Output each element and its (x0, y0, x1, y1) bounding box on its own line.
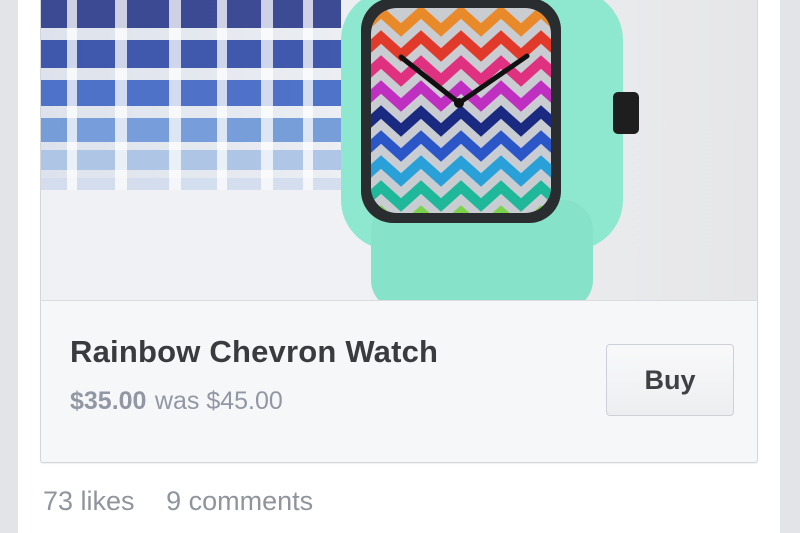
product-image[interactable] (41, 0, 757, 301)
product-card[interactable]: Rainbow Chevron Watch $35.00 was $45.00 … (40, 0, 758, 463)
likes-count[interactable]: 73 likes (43, 486, 135, 516)
product-title[interactable]: Rainbow Chevron Watch (70, 334, 438, 370)
post-stats: 73 likes 9 comments (43, 486, 313, 517)
price-row: $35.00 was $45.00 (70, 387, 283, 416)
current-price: $35.00 (70, 387, 147, 415)
buy-button[interactable]: Buy (606, 344, 734, 416)
feed-post: Rainbow Chevron Watch $35.00 was $45.00 … (18, 0, 780, 533)
original-price: was $45.00 (154, 387, 283, 415)
comments-count[interactable]: 9 comments (166, 486, 313, 516)
